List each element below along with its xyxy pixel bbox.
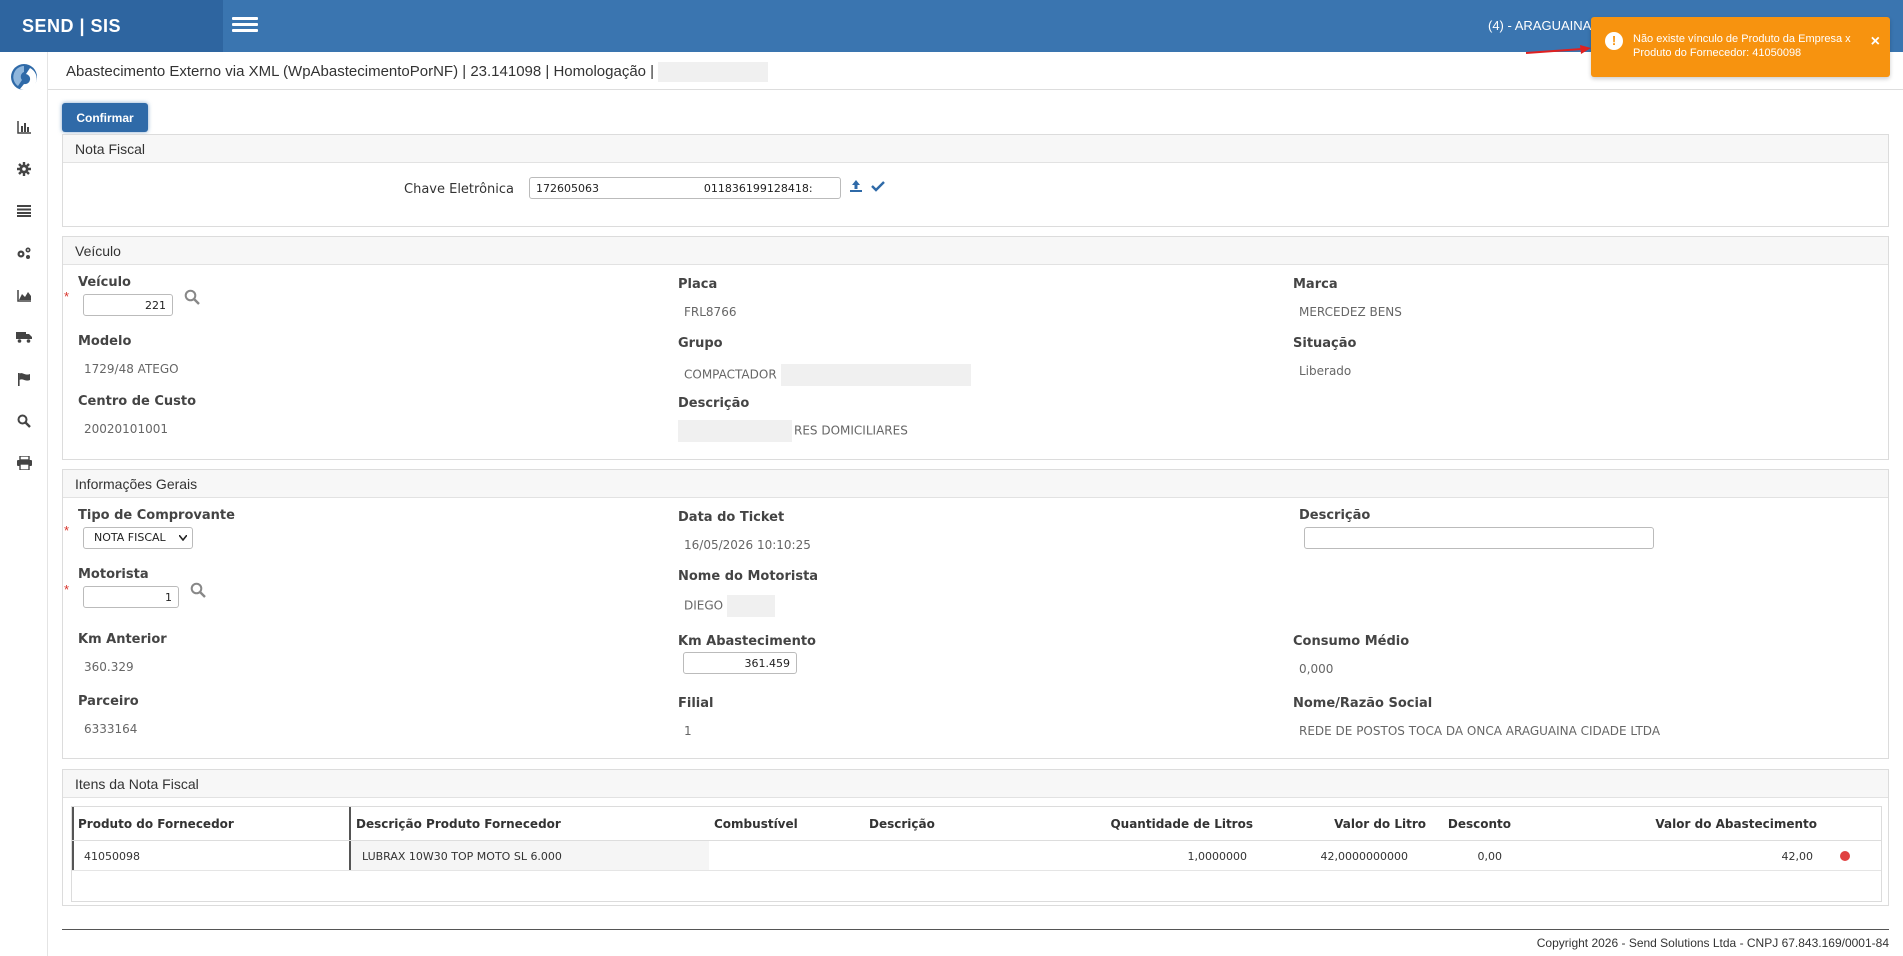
required-marker: * <box>64 523 70 538</box>
required-marker: * <box>64 582 70 597</box>
required-marker: * <box>64 289 70 304</box>
nota-fiscal-panel: Nota Fiscal Chave Eletrônica <box>62 134 1889 227</box>
centro-custo-value: 20020101001 <box>84 422 168 436</box>
descricao-label: Descrição <box>1299 508 1371 523</box>
valor-abastecimento-cell: 42,00 <box>1781 850 1814 863</box>
footer-divider <box>62 929 1889 930</box>
gear-icon[interactable] <box>14 159 34 179</box>
centro-custo-label: Centro de Custo <box>78 394 197 409</box>
confirm-button[interactable]: Confirmar <box>62 103 148 132</box>
footer-copyright: Copyright 2026 - Send Solutions Ltda - C… <box>1536 936 1889 950</box>
column-header[interactable]: Descrição Produto Fornecedor <box>356 817 561 831</box>
panel-title: Veículo <box>63 237 1888 265</box>
veiculo-label: Veículo <box>78 275 131 290</box>
nome-motorista-label: Nome do Motorista <box>678 569 819 584</box>
warning-toast: ! Não existe vínculo de Produto da Empre… <box>1591 17 1890 77</box>
motorista-label: Motorista <box>78 567 149 582</box>
itens-table: Produto do Fornecedor Descrição Produto … <box>71 806 1882 902</box>
itens-nota-fiscal-panel: Itens da Nota Fiscal Produto do Forneced… <box>62 769 1889 906</box>
veiculo-panel: Veículo Veículo * Placa FRL8766 Marca ME… <box>62 236 1889 460</box>
check-icon[interactable] <box>871 179 885 193</box>
cogs-icon[interactable] <box>14 243 34 263</box>
situacao-label: Situação <box>1293 336 1357 351</box>
modelo-label: Modelo <box>78 334 132 349</box>
grupo-label: Grupo <box>678 336 723 351</box>
parceiro-label: Parceiro <box>78 694 139 709</box>
upload-icon[interactable] <box>849 179 863 193</box>
razao-social-label: Nome/Razão Social <box>1293 696 1433 711</box>
status-indicator-icon[interactable] <box>1840 851 1850 861</box>
sidebar <box>0 52 48 956</box>
marca-label: Marca <box>1293 277 1338 292</box>
search-icon[interactable] <box>184 289 200 305</box>
column-header[interactable]: Combustível <box>714 817 798 831</box>
descricao-label: Descrição <box>678 396 750 411</box>
app-logo-icon <box>11 64 37 91</box>
valor-litro-cell: 42,0000000000 <box>1320 850 1408 863</box>
veiculo-input[interactable] <box>83 294 173 316</box>
chevron-down-icon <box>179 535 187 541</box>
tipo-comprovante-select[interactable]: NOTA FISCAL <box>83 527 193 549</box>
placa-value: FRL8766 <box>684 305 737 319</box>
situacao-value: Liberado <box>1299 364 1352 378</box>
panel-title: Nota Fiscal <box>63 135 1888 163</box>
produto-cell: 41050098 <box>84 850 140 863</box>
red-arrow-annotation <box>1525 45 1591 54</box>
descricao-input[interactable] <box>1304 527 1654 549</box>
descricao-produto-cell: LUBRAX 10W30 TOP MOTO SL 6.000 <box>362 850 562 863</box>
quantidade-cell: 1,0000000 <box>1187 850 1248 863</box>
filial-label: Filial <box>678 696 714 711</box>
column-header[interactable]: Desconto <box>1448 817 1511 831</box>
filial-value: 1 <box>684 724 692 738</box>
informacoes-gerais-panel: Informações Gerais Tipo de Comprovante *… <box>62 469 1889 759</box>
redacted-field <box>658 62 769 82</box>
modelo-value: 1729/48 ATEGO <box>84 362 179 376</box>
flag-icon[interactable] <box>14 369 34 389</box>
truck-icon[interactable] <box>14 327 34 347</box>
chave-label: Chave Eletrônica <box>404 182 515 197</box>
km-anterior-label: Km Anterior <box>78 632 167 647</box>
descricao-value: RES DOMICILIARES <box>678 420 908 442</box>
brand-logo[interactable]: SEND | SIS <box>0 0 223 52</box>
km-abastecimento-input[interactable] <box>683 652 797 674</box>
menu-toggle-icon[interactable] <box>232 14 258 36</box>
exclamation-icon: ! <box>1605 32 1623 50</box>
tipo-comprovante-label: Tipo de Comprovante <box>78 508 235 523</box>
nome-motorista-value: DIEGO <box>684 595 776 617</box>
chave-eletronica-input[interactable] <box>529 177 841 199</box>
column-header[interactable]: Produto do Fornecedor <box>78 817 234 831</box>
list-icon[interactable] <box>14 201 34 221</box>
marca-value: MERCEDEZ BENS <box>1299 305 1402 319</box>
area-chart-icon[interactable] <box>14 285 34 305</box>
column-header[interactable]: Valor do Abastecimento <box>1655 817 1817 831</box>
km-anterior-value: 360.329 <box>84 660 134 674</box>
table-header: Produto do Fornecedor Descrição Produto … <box>72 807 1881 841</box>
panel-title: Itens da Nota Fiscal <box>63 770 1888 798</box>
desconto-cell: 0,00 <box>1477 850 1503 863</box>
table-row[interactable]: 41050098 LUBRAX 10W30 TOP MOTO SL 6.000 … <box>72 841 1881 871</box>
parceiro-value: 6333164 <box>84 722 138 736</box>
placa-label: Placa <box>678 277 718 292</box>
search-icon[interactable] <box>14 411 34 431</box>
column-header[interactable]: Descrição <box>869 817 935 831</box>
page-title: Abastecimento Externo via XML (WpAbastec… <box>66 62 769 82</box>
search-icon[interactable] <box>190 582 206 598</box>
close-icon[interactable]: × <box>1871 33 1880 51</box>
column-header[interactable]: Quantidade de Litros <box>1110 817 1253 831</box>
razao-social-value: REDE DE POSTOS TOCA DA ONCA ARAGUAINA CI… <box>1299 724 1661 738</box>
data-ticket-value: 16/05/2026 10:10:25 <box>684 538 811 552</box>
km-abastecimento-label: Km Abastecimento <box>678 634 816 649</box>
motorista-input[interactable] <box>83 586 179 608</box>
data-ticket-label: Data do Ticket <box>678 510 785 525</box>
chart-bar-icon[interactable] <box>14 117 34 137</box>
grupo-value: COMPACTADOR <box>684 364 971 386</box>
panel-title: Informações Gerais <box>63 470 1888 498</box>
consumo-medio-label: Consumo Médio <box>1293 634 1410 649</box>
consumo-medio-value: 0,000 <box>1299 662 1334 676</box>
column-header[interactable]: Valor do Litro <box>1334 817 1426 831</box>
toast-message: Não existe vínculo de Produto da Empresa… <box>1633 33 1851 59</box>
print-icon[interactable] <box>14 453 34 473</box>
